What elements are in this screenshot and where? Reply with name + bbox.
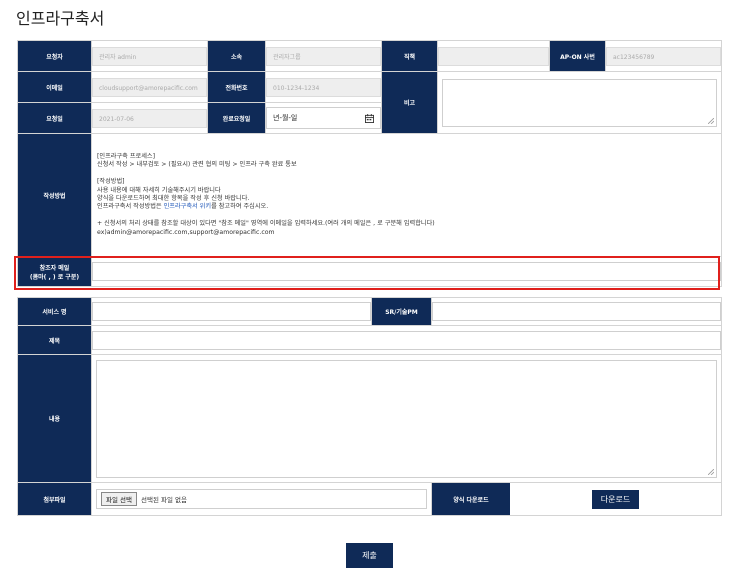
file-input[interactable]: 파일 선택 선택된 파일 없음 bbox=[96, 489, 427, 509]
requester-label: 요청자 bbox=[17, 40, 92, 72]
cc-email-label: 참조자 메일 (콤마( , ) 로 구분) bbox=[17, 256, 92, 287]
note-textarea[interactable] bbox=[442, 78, 717, 127]
phone-field: 010-1234-1234 bbox=[266, 77, 381, 97]
guide-label: 작성방법 bbox=[17, 133, 92, 257]
cc-label-line1: 참조자 메일 bbox=[39, 264, 70, 272]
guide-text-part: 인프라구축서 작성방법은 bbox=[97, 203, 164, 211]
service-table: 서비스 명 SR/기술PM 제목 내용 첨부파일 파일 선택 선택된 파일 없음 bbox=[17, 297, 722, 516]
guide-line: + 신청서의 처리 상태를 참조할 대상이 있다면 "참조 메일" 영역에 이메… bbox=[97, 220, 435, 228]
file-status: 선택된 파일 없음 bbox=[141, 496, 187, 504]
content-label: 내용 bbox=[17, 354, 92, 483]
guide-line: 인프라구축서 작성방법은 인프라구축서 위키를 참고하여 주십시오. bbox=[97, 203, 716, 211]
calendar-icon[interactable] bbox=[365, 113, 374, 123]
guide-text-part: 를 참고하여 주십시오. bbox=[211, 203, 269, 211]
request-date-field: 2021-07-06 bbox=[92, 108, 207, 128]
applicant-table: 요청자 관리자 admin 소속 관리자그룹 직책 AP-ON 사번 ac123… bbox=[17, 40, 722, 287]
phone-label: 전화번호 bbox=[207, 71, 266, 103]
subject-input[interactable] bbox=[92, 330, 721, 350]
guide-line: ex)admin@amorepacific.com,support@amorep… bbox=[97, 228, 275, 236]
choose-file-button[interactable]: 파일 선택 bbox=[101, 492, 137, 506]
download-button[interactable]: 다운로드 bbox=[591, 489, 640, 509]
note-label: 비고 bbox=[381, 71, 438, 134]
sr-pm-label: SR/기술PM bbox=[371, 297, 432, 326]
apon-id-label: AP-ON 사번 bbox=[549, 40, 606, 72]
sr-pm-input[interactable] bbox=[432, 302, 721, 321]
attachment-label: 첨부파일 bbox=[17, 482, 92, 516]
resize-grip-icon[interactable] bbox=[708, 117, 714, 124]
request-date-label: 요청일 bbox=[17, 102, 92, 134]
guide-line: 신청서 작성 > 내부검토 > (필요시) 관련 협의 미팅 > 인프라 구축 … bbox=[97, 161, 297, 169]
due-date-input[interactable]: 년-월-일 bbox=[266, 107, 381, 129]
guide-text: [인프라구축 프로세스] 신청서 작성 > 내부검토 > (필요시) 관련 협의… bbox=[92, 149, 721, 241]
requester-field: 관리자 admin bbox=[92, 46, 207, 66]
infra-request-form: 요청자 관리자 admin 소속 관리자그룹 직책 AP-ON 사번 ac123… bbox=[14, 40, 722, 516]
apon-id-field: ac123456789 bbox=[606, 46, 721, 66]
due-date-label: 완료요청일 bbox=[207, 102, 266, 134]
cc-email-input[interactable] bbox=[92, 262, 721, 281]
position-field bbox=[438, 46, 549, 66]
guide-line: 사용 내용에 대해 자세히 기술해주시기 바랍니다 bbox=[97, 186, 221, 194]
dept-label: 소속 bbox=[207, 40, 266, 72]
email-label: 이메일 bbox=[17, 71, 92, 103]
content-textarea[interactable] bbox=[96, 359, 717, 478]
service-name-input[interactable] bbox=[92, 302, 371, 321]
email-field: cloudsupport@amorepacific.com bbox=[92, 77, 207, 97]
position-label: 직책 bbox=[381, 40, 438, 72]
submit-button[interactable]: 제출 bbox=[346, 543, 393, 568]
cc-label-line2: (콤마( , ) 로 구분) bbox=[29, 273, 80, 281]
service-name-label: 서비스 명 bbox=[17, 297, 92, 326]
template-download-label: 양식 다운로드 bbox=[432, 483, 510, 515]
due-date-placeholder: 년-월-일 bbox=[273, 114, 298, 122]
page-title: 인프라구축서 bbox=[16, 9, 105, 28]
subject-label: 제목 bbox=[17, 325, 92, 355]
dept-field: 관리자그룹 bbox=[266, 46, 381, 66]
guide-line: [작성방법] bbox=[97, 178, 125, 186]
wiki-link[interactable]: 인프라구축서 위키 bbox=[164, 203, 212, 210]
resize-grip-icon[interactable] bbox=[708, 468, 714, 475]
